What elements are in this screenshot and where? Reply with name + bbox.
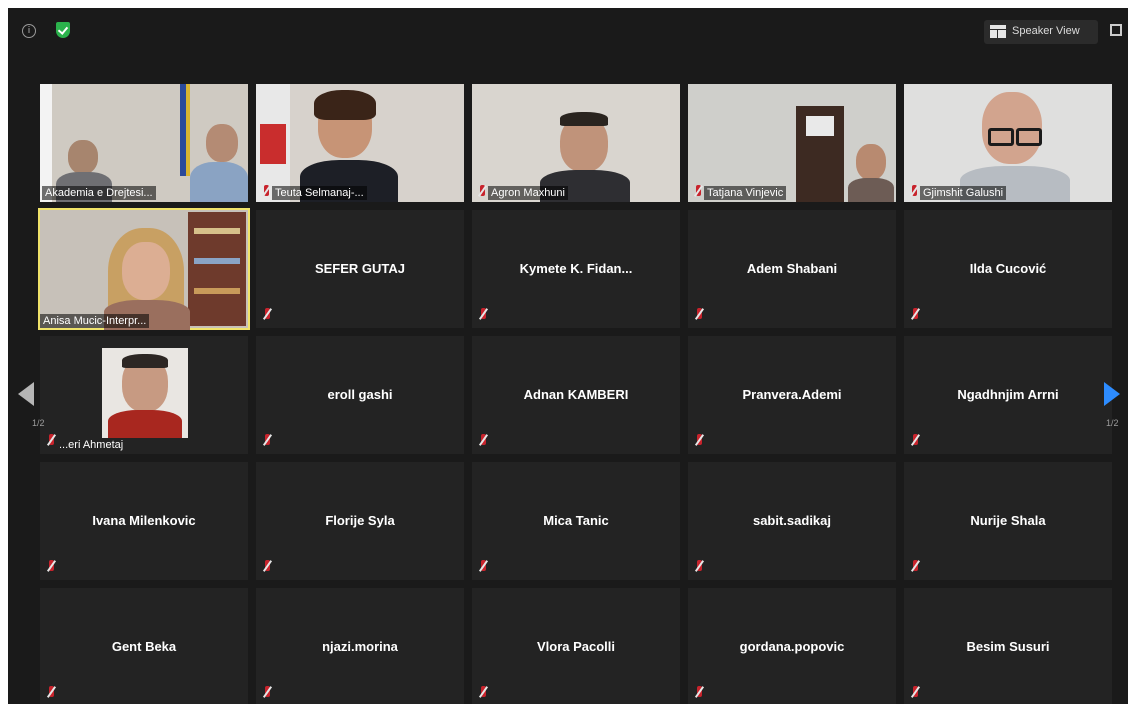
muted-mic-icon bbox=[262, 434, 272, 448]
muted-mic-icon bbox=[262, 686, 272, 700]
participant-tile[interactable]: Adnan KAMBERI bbox=[472, 336, 680, 454]
info-icon[interactable]: i bbox=[22, 24, 36, 38]
participant-tile[interactable]: Kymete K. Fidan... bbox=[472, 210, 680, 328]
muted-mic-icon bbox=[693, 185, 703, 199]
participant-tile[interactable]: Ilda Cucović bbox=[904, 210, 1112, 328]
muted-mic-icon bbox=[46, 560, 56, 574]
participant-tile[interactable]: Gent Beka bbox=[40, 588, 248, 704]
muted-mic-icon bbox=[478, 560, 488, 574]
fullscreen-icon[interactable] bbox=[1110, 24, 1122, 36]
muted-mic-icon bbox=[262, 308, 272, 322]
participant-name: Nurije Shala bbox=[970, 513, 1046, 528]
participant-tile[interactable]: Mica Tanic bbox=[472, 462, 680, 580]
muted-mic-icon bbox=[46, 434, 56, 448]
participant-name: Ngadhnjim Arrni bbox=[957, 387, 1059, 402]
participant-tile[interactable]: Adem Shabani bbox=[688, 210, 896, 328]
muted-mic-icon bbox=[694, 686, 704, 700]
muted-mic-icon bbox=[46, 686, 56, 700]
page-indicator: 1/2 bbox=[32, 418, 45, 428]
participant-tile[interactable]: Ivana Milenkovic bbox=[40, 462, 248, 580]
participant-name: Kymete K. Fidan... bbox=[519, 261, 633, 276]
participant-tile[interactable]: gordana.popovic bbox=[688, 588, 896, 704]
participant-name: Florije Syla bbox=[325, 513, 395, 528]
muted-mic-icon bbox=[910, 560, 920, 574]
participant-name: Teuta Selmanaj-... bbox=[272, 186, 367, 200]
muted-mic-icon bbox=[478, 308, 488, 322]
participant-name: SEFER GUTAJ bbox=[314, 261, 406, 276]
muted-mic-icon bbox=[694, 560, 704, 574]
participant-name: Akademia e Drejtesi... bbox=[42, 186, 156, 200]
video-tile[interactable]: Akademia e Drejtesi... bbox=[40, 84, 248, 202]
participant-tile[interactable]: SEFER GUTAJ bbox=[256, 210, 464, 328]
muted-mic-icon bbox=[262, 560, 272, 574]
participant-name: Gjimshit Galushi bbox=[920, 186, 1007, 200]
participant-name: ...eri Ahmetaj bbox=[59, 439, 124, 451]
participant-tile[interactable]: sabit.sadikaj bbox=[688, 462, 896, 580]
active-speaker-tile[interactable]: Anisa Mucic-Interpr... bbox=[38, 208, 250, 330]
participant-tile[interactable]: Vlora Pacolli bbox=[472, 588, 680, 704]
page-indicator: 1/2 bbox=[1106, 418, 1119, 428]
participant-tile[interactable]: Nurije Shala bbox=[904, 462, 1112, 580]
participant-tile[interactable]: eroll gashi bbox=[256, 336, 464, 454]
participant-name: Anisa Mucic-Interpr... bbox=[40, 314, 150, 328]
chevron-left-icon bbox=[18, 382, 34, 406]
participant-name: Pranvera.Ademi bbox=[742, 387, 842, 402]
muted-mic-icon bbox=[478, 686, 488, 700]
chevron-right-icon bbox=[1104, 382, 1120, 406]
speaker-view-label: Speaker View bbox=[1012, 25, 1080, 37]
muted-mic-icon bbox=[694, 308, 704, 322]
video-tile[interactable]: Gjimshit Galushi bbox=[904, 84, 1112, 202]
muted-mic-icon bbox=[477, 185, 487, 199]
muted-mic-icon bbox=[910, 308, 920, 322]
participant-name: Vlora Pacolli bbox=[536, 639, 616, 654]
participant-name: gordana.popovic bbox=[739, 639, 845, 654]
muted-mic-icon bbox=[261, 185, 271, 199]
shield-check-icon[interactable] bbox=[56, 22, 70, 38]
participant-tile[interactable]: Ngadhnjim Arrni bbox=[904, 336, 1112, 454]
video-tile[interactable]: ...eri Ahmetaj bbox=[40, 336, 248, 454]
speaker-view-button[interactable]: Speaker View bbox=[984, 20, 1098, 44]
next-page-button[interactable]: 1/2 bbox=[1092, 352, 1128, 452]
previous-page-button[interactable]: 1/2 bbox=[8, 352, 45, 452]
participant-name: Ilda Cucović bbox=[969, 261, 1047, 276]
participant-name: Gent Beka bbox=[111, 639, 177, 654]
top-bar: i Speaker View bbox=[8, 8, 1128, 54]
participant-tile[interactable]: Florije Syla bbox=[256, 462, 464, 580]
participant-name: Ivana Milenkovic bbox=[92, 513, 196, 528]
participant-name: Besim Susuri bbox=[966, 639, 1050, 654]
participant-tile[interactable]: Pranvera.Ademi bbox=[688, 336, 896, 454]
muted-mic-icon bbox=[909, 185, 919, 199]
participant-name: njazi.morina bbox=[322, 639, 398, 654]
video-tile[interactable]: Agron Maxhuni bbox=[472, 84, 680, 202]
speaker-view-icon bbox=[990, 25, 1006, 38]
video-tile[interactable]: Teuta Selmanaj-... bbox=[256, 84, 464, 202]
muted-mic-icon bbox=[694, 434, 704, 448]
meeting-window: i Speaker View Akademia e Drejtesi... Te… bbox=[8, 8, 1128, 704]
participant-name: Tatjana Vinjevic bbox=[704, 186, 787, 200]
participant-name: Adnan KAMBERI bbox=[523, 387, 629, 402]
muted-mic-icon bbox=[478, 434, 488, 448]
participant-video-person bbox=[68, 140, 98, 174]
participant-name: Agron Maxhuni bbox=[488, 186, 568, 200]
participant-name: Adem Shabani bbox=[746, 261, 838, 276]
video-tile[interactable]: Tatjana Vinjevic bbox=[688, 84, 896, 202]
participant-tile[interactable]: Besim Susuri bbox=[904, 588, 1112, 704]
participant-name: sabit.sadikaj bbox=[752, 513, 832, 528]
participant-name: eroll gashi bbox=[327, 387, 393, 402]
muted-mic-icon bbox=[910, 686, 920, 700]
participant-name: Mica Tanic bbox=[543, 513, 609, 528]
muted-mic-icon bbox=[910, 434, 920, 448]
participant-tile[interactable]: njazi.morina bbox=[256, 588, 464, 704]
